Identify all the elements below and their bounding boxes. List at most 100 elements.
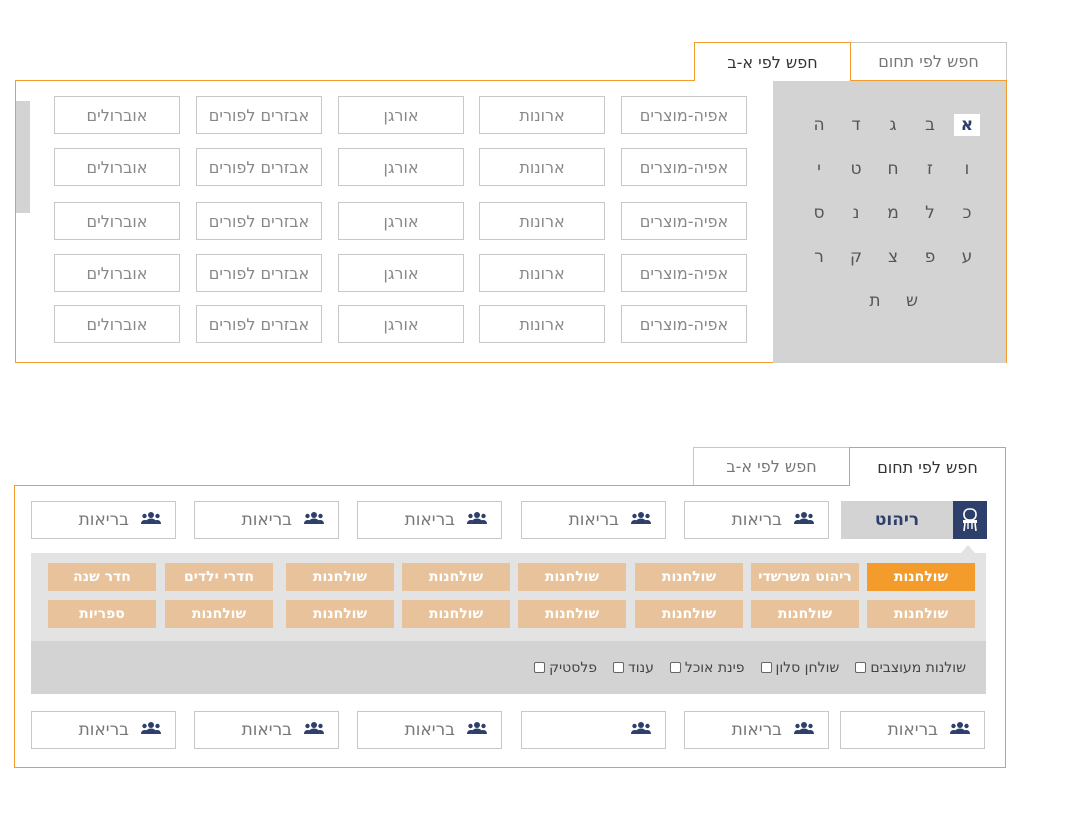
tab-search-by-alphabet[interactable]: חפש לפי א-ב (693, 447, 850, 485)
category-cell[interactable]: אבזרים לפורים (196, 96, 322, 134)
checkbox[interactable] (534, 662, 546, 673)
tab-search-by-field[interactable]: חפש לפי תחום (849, 447, 1006, 486)
subcategory-chip[interactable]: שולחנות (518, 563, 626, 591)
letter-5[interactable]: ו (954, 158, 980, 180)
letter-0[interactable]: א (954, 114, 980, 136)
letter-20[interactable]: ש (899, 290, 925, 312)
letter-2[interactable]: ג (880, 114, 906, 136)
category-cell[interactable]: אבזרים לפורים (196, 305, 322, 343)
filter-checkbox[interactable]: ענוד (613, 660, 654, 676)
letter-9[interactable]: י (806, 158, 832, 180)
subcategory-chip[interactable]: ספריות (48, 600, 156, 628)
category-cell[interactable]: אורגן (338, 148, 464, 186)
field-input[interactable]: בריאות (31, 711, 176, 749)
category-cell[interactable]: אורגן (338, 254, 464, 292)
users-icon (304, 511, 324, 529)
subcategory-chip[interactable]: שולחנות (402, 563, 510, 591)
field-input[interactable]: בריאות (357, 501, 502, 539)
subcategory-chip[interactable]: שולחנות (635, 600, 743, 628)
field-input[interactable]: בריאות (521, 501, 666, 539)
letter-6[interactable]: ז (917, 158, 943, 180)
category-cell[interactable]: אוברולים (54, 96, 180, 134)
letter-8[interactable]: ט (843, 158, 869, 180)
category-cell[interactable]: אוברולים (54, 305, 180, 343)
category-cell[interactable]: אפיה-מוצרים (621, 148, 747, 186)
users-icon (950, 721, 970, 739)
category-cell[interactable]: ארונות (479, 202, 605, 240)
letter-11[interactable]: ל (917, 202, 943, 224)
checkbox[interactable] (855, 662, 867, 673)
letter-12[interactable]: מ (880, 202, 906, 224)
field-input[interactable]: בריאות (684, 711, 829, 749)
field-input[interactable] (521, 711, 666, 749)
field-label: בריאות (568, 510, 619, 530)
category-cell[interactable]: אורגן (338, 202, 464, 240)
letter-4[interactable]: ה (806, 114, 832, 136)
category-cell[interactable]: ארונות (479, 148, 605, 186)
category-cell[interactable]: אבזרים לפורים (196, 254, 322, 292)
category-cell[interactable]: אורגן (338, 305, 464, 343)
field-label: בריאות (241, 720, 292, 740)
field-label: בריאות (887, 720, 938, 740)
category-cell[interactable]: אוברולים (54, 148, 180, 186)
field-input[interactable]: בריאות (31, 501, 176, 539)
category-cell[interactable]: אפיה-מוצרים (621, 305, 747, 343)
category-cell[interactable]: ארונות (479, 96, 605, 134)
subcategory-chip[interactable]: שולחנות (635, 563, 743, 591)
subcategory-chip[interactable]: שולחנות (286, 600, 394, 628)
subcategory-chip[interactable]: שולחנות (286, 563, 394, 591)
field-input[interactable]: בריאות (840, 711, 985, 749)
letter-10[interactable]: כ (954, 202, 980, 224)
field-panel: ריהוט שולחנות ריהוט משרשדי שולחנות שולחנות ש… (14, 485, 1006, 768)
letter-1[interactable]: ב (917, 114, 943, 136)
subcategory-chip[interactable]: חדרי ילדים (165, 563, 273, 591)
field-input[interactable]: בריאות (194, 711, 339, 749)
category-cell[interactable]: אפיה-מוצרים (621, 96, 747, 134)
subcategory-chip[interactable]: שולחנות (402, 600, 510, 628)
alphabet-panel: אבגדה וזחטי כלמנס עפצקר שת אפיה-מוצרים ארונות… (15, 80, 1007, 363)
field-input[interactable]: בריאות (357, 711, 502, 749)
category-cell[interactable]: אבזרים לפורים (196, 202, 322, 240)
subcategory-chip[interactable]: שולחנות (751, 600, 859, 628)
category-cell[interactable]: אוברולים (54, 254, 180, 292)
category-cell[interactable]: אפיה-מוצרים (621, 202, 747, 240)
tab-search-by-field[interactable]: חפש לפי תחום (850, 42, 1007, 80)
users-icon (467, 511, 487, 529)
letter-3[interactable]: ד (843, 114, 869, 136)
letter-17[interactable]: צ (880, 246, 906, 268)
checkbox[interactable] (613, 662, 625, 673)
subcategory-chip[interactable]: שולחנות (867, 600, 975, 628)
filter-checkbox[interactable]: שולחן סלון (760, 660, 839, 676)
checkbox[interactable] (669, 662, 681, 673)
subcategory-chip[interactable]: חדר שנה (48, 563, 156, 591)
subcategory-chip[interactable]: שולחנות (518, 600, 626, 628)
filter-checkbox[interactable]: פלסטיק (534, 660, 597, 676)
letter-16[interactable]: פ (917, 246, 943, 268)
tab-search-by-alphabet[interactable]: חפש לפי א-ב (694, 42, 851, 81)
letter-14[interactable]: ס (806, 202, 832, 224)
subcategory-chip[interactable]: שולחנות (867, 563, 975, 591)
category-cell[interactable]: אוברולים (54, 202, 180, 240)
category-cell[interactable]: ארונות (479, 254, 605, 292)
field-input[interactable]: בריאות (194, 501, 339, 539)
subcategory-chip[interactable]: ריהוט משרשדי (751, 563, 859, 591)
category-cell[interactable]: ארונות (479, 305, 605, 343)
scrollbar-thumb[interactable] (16, 101, 30, 213)
subcategory-chip[interactable]: שולחנות (165, 600, 273, 628)
letter-13[interactable]: נ (843, 202, 869, 224)
letter-18[interactable]: ק (843, 246, 869, 268)
category-cell[interactable]: אורגן (338, 96, 464, 134)
field-label: בריאות (78, 720, 129, 740)
selector-pointer (961, 545, 975, 553)
filter-checkbox[interactable]: פינת אוכל (669, 660, 745, 676)
category-cell[interactable]: אפיה-מוצרים (621, 254, 747, 292)
category-cell[interactable]: אבזרים לפורים (196, 148, 322, 186)
letter-21[interactable]: ת (862, 290, 888, 312)
letter-15[interactable]: ע (954, 246, 980, 268)
field-input[interactable]: בריאות (684, 501, 829, 539)
letter-7[interactable]: ח (880, 158, 906, 180)
letter-19[interactable]: ר (806, 246, 832, 268)
checkbox[interactable] (760, 662, 772, 673)
category-selector[interactable]: ריהוט (841, 501, 987, 539)
filter-checkbox[interactable]: שולנות מעוצבים (855, 660, 966, 676)
